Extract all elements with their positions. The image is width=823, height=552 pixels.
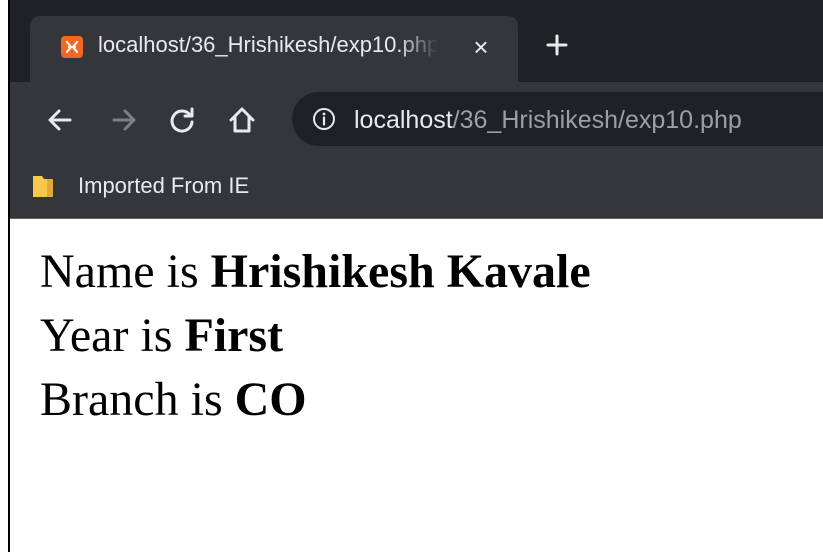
home-icon xyxy=(229,107,255,133)
reload-button[interactable] xyxy=(162,100,202,140)
new-tab-button[interactable] xyxy=(540,28,574,62)
info-icon[interactable] xyxy=(312,107,336,131)
branch-line: Branch is CO xyxy=(40,368,800,432)
reload-icon xyxy=(170,107,194,133)
name-value: Hrishikesh Kavale xyxy=(210,245,591,298)
tab-title: localhost/36_Hrishikesh/exp10.php xyxy=(98,32,438,57)
url-path: /36_Hrishikesh/exp10.php xyxy=(452,106,742,134)
name-prefix: Name is xyxy=(40,245,211,298)
address-bar[interactable]: localhost/36_Hrishikesh/exp10.php xyxy=(292,92,823,146)
forward-arrow-icon xyxy=(112,109,136,131)
bookmarks-bar: Imported From IE xyxy=(10,156,823,219)
plus-icon xyxy=(546,34,568,56)
tab-strip: localhost/36_Hrishikesh/exp10.php × xyxy=(10,0,823,82)
toolbar: localhost/36_Hrishikesh/exp10.php xyxy=(10,82,823,156)
xampp-icon xyxy=(61,36,83,58)
year-value: First xyxy=(184,309,284,362)
back-arrow-icon xyxy=(48,109,72,131)
url-text[interactable]: localhost/36_Hrishikesh/exp10.php xyxy=(354,106,742,135)
forward-button[interactable] xyxy=(104,100,144,140)
branch-value: CO xyxy=(234,373,307,426)
url-host: localhost xyxy=(354,106,453,134)
home-button[interactable] xyxy=(222,100,262,140)
close-tab-icon[interactable]: × xyxy=(466,32,496,62)
year-prefix: Year is xyxy=(40,309,185,362)
branch-prefix: Branch is xyxy=(40,373,235,426)
name-line: Name is Hrishikesh Kavale xyxy=(40,240,800,304)
browser-window: localhost/36_Hrishikesh/exp10.php × loca… xyxy=(8,0,823,552)
folder-icon xyxy=(33,176,53,197)
xampp-logo-glyph xyxy=(65,40,79,54)
year-line: Year is First xyxy=(40,304,800,368)
bookmark-label: Imported From IE xyxy=(78,173,250,198)
page-content: Name is Hrishikesh Kavale Year is First … xyxy=(40,240,800,432)
bookmark-folder-imported-from-ie[interactable]: Imported From IE xyxy=(32,168,249,204)
active-tab[interactable]: localhost/36_Hrishikesh/exp10.php × xyxy=(30,16,518,82)
back-button[interactable] xyxy=(40,100,80,140)
